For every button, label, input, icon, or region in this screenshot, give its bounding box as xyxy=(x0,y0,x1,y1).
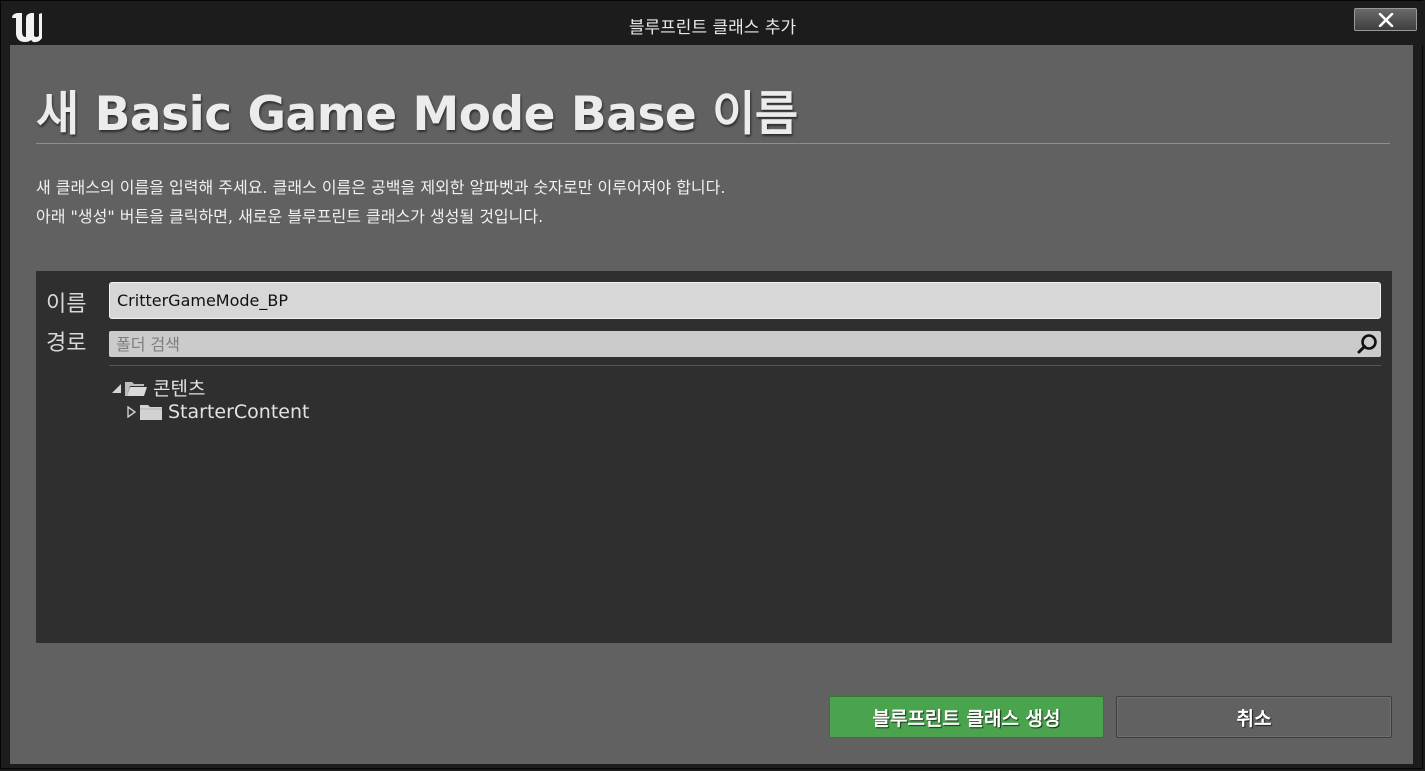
collapsed-arrow-icon[interactable] xyxy=(125,406,137,418)
heading-divider xyxy=(36,143,1390,144)
dialog-window: 블루프린트 클래스 추가 새 Basic Game Mode Base 이름 새… xyxy=(0,0,1424,769)
title-bar[interactable]: 블루프린트 클래스 추가 xyxy=(1,1,1424,45)
tree-item-startercontent[interactable]: StarterContent xyxy=(125,401,309,423)
tree-item-content[interactable]: 콘텐츠 xyxy=(110,374,205,401)
description-line-1: 새 클래스의 이름을 입력해 주세요. 클래스 이름은 공백을 제외한 알파벳과… xyxy=(36,178,726,197)
class-name-input[interactable] xyxy=(109,282,1381,319)
close-icon xyxy=(1378,12,1393,27)
cancel-button[interactable]: 취소 xyxy=(1116,696,1392,738)
folder-icon xyxy=(140,405,162,420)
folder-search-box xyxy=(109,331,1381,357)
close-button[interactable] xyxy=(1354,8,1417,31)
folder-open-icon xyxy=(125,381,147,396)
form-panel: 이름 경로 콘텐츠 xyxy=(36,271,1392,643)
search-icon[interactable] xyxy=(1356,333,1378,355)
tree-item-label: StarterContent xyxy=(168,401,310,423)
dialog-heading: 새 Basic Game Mode Base 이름 xyxy=(36,87,798,142)
create-blueprint-class-button[interactable]: 블루프린트 클래스 생성 xyxy=(829,696,1104,738)
expanded-arrow-icon[interactable] xyxy=(110,382,122,394)
window-title: 블루프린트 클래스 추가 xyxy=(628,18,797,38)
tree-item-label: 콘텐츠 xyxy=(153,378,206,400)
description-line-2: 아래 "생성" 버튼을 클릭하면, 새로운 블루프린트 클래스가 생성될 것입니… xyxy=(36,207,544,226)
path-label: 경로 xyxy=(46,331,87,356)
folder-search-input[interactable] xyxy=(109,331,1349,357)
tree-divider xyxy=(109,365,1381,366)
dialog-body: 새 Basic Game Mode Base 이름 새 클래스의 이름을 입력해… xyxy=(10,45,1413,764)
name-label: 이름 xyxy=(46,292,87,317)
